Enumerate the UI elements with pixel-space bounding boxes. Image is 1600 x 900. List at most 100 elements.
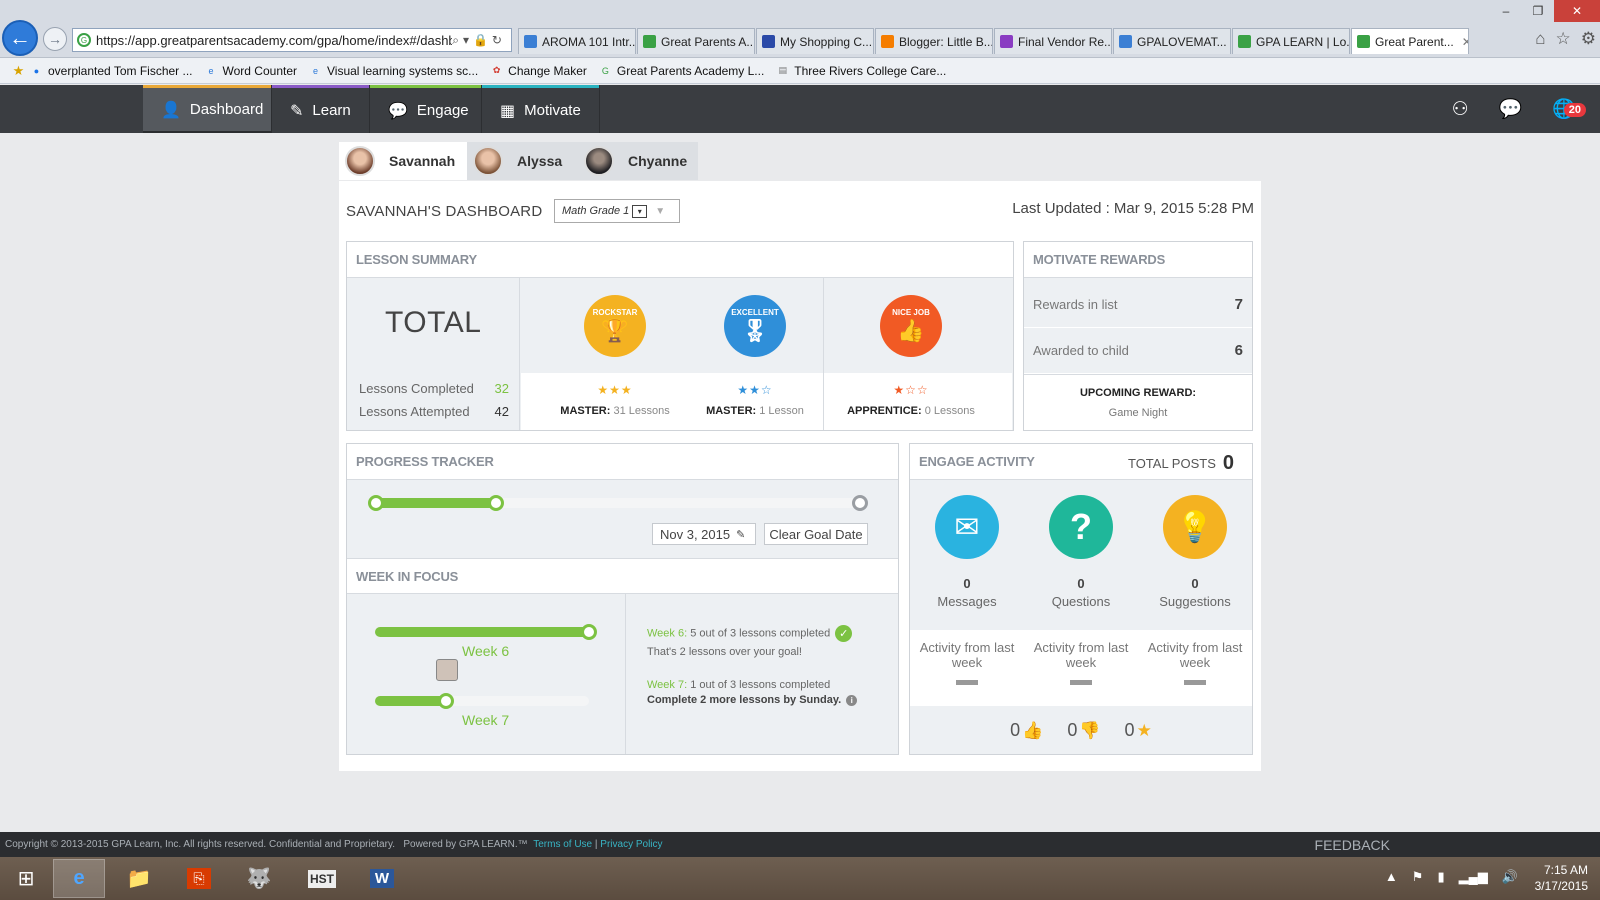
edit-icon[interactable]: ✎ [736, 528, 745, 541]
nav-tab-label: Learn [312, 102, 351, 119]
nav-tab-learn[interactable]: ✎ Learn [272, 85, 369, 133]
favorite-link[interactable]: G Great Parents Academy L... [599, 64, 764, 78]
upcoming-reward-name: Game Night [1108, 407, 1168, 419]
terms-of-use-link[interactable]: Terms of Use [533, 839, 592, 850]
engage-suggestions[interactable]: 💡 0 Suggestions [1138, 480, 1252, 609]
favorite-link[interactable]: e Visual learning systems sc... [309, 64, 478, 78]
badge-nice-job: NICE JOB 👍 ★☆☆ APPRENTICE: 0 Lessons [836, 278, 986, 430]
engage-questions[interactable]: ? 0 Questions [1024, 480, 1138, 609]
browser-tab[interactable]: Great Parents A... [637, 28, 755, 54]
ie-taskbar-icon[interactable]: e [53, 859, 105, 898]
flag-icon[interactable]: ⚑ [1412, 869, 1424, 885]
taskbar-clock[interactable]: 7:15 AM 3/17/2015 [1535, 862, 1588, 894]
battery-icon[interactable]: ▮ [1437, 869, 1444, 885]
gpa-icon [1357, 35, 1370, 48]
child-tab-savannah[interactable]: Savannah [339, 142, 467, 180]
progress-tracker-body: Nov 3, 2015 ✎ Clear Goal Date [347, 480, 898, 558]
feedback-button[interactable]: FEEDBACK [1315, 837, 1390, 853]
tray-expand-icon[interactable]: ▲ [1385, 869, 1398, 885]
child-tab-chyanne[interactable]: Chyanne [578, 142, 698, 180]
dislikes-rating[interactable]: 0 👎 [1067, 720, 1100, 741]
office-icon[interactable]: ⎘ [173, 859, 225, 898]
address-bar-tools[interactable]: ⌕▾🔒↻ [452, 33, 511, 48]
windows-start-icon[interactable]: ⊞ [0, 859, 52, 898]
tilde-icon: ● [33, 65, 40, 76]
nav-tab-engage[interactable]: 💬 Engage [370, 85, 481, 133]
close-window-button[interactable]: ✕ [1554, 0, 1600, 22]
settings-gear-icon[interactable]: ⚙ [1581, 29, 1596, 49]
address-bar[interactable]: G https://app.greatparentsacademy.com/gp… [72, 28, 512, 52]
total-posts-value: 0 [1222, 452, 1234, 474]
notifications-globe-icon[interactable]: 🌐20 [1552, 97, 1586, 121]
page-footer: Copyright © 2013-2015 GPA Learn, Inc. Al… [0, 832, 1600, 857]
add-favorite-star-icon[interactable]: ★ [12, 63, 25, 78]
grid-icon: ▦ [500, 102, 516, 120]
rewards-in-list-row[interactable]: Rewards in list 7 [1024, 282, 1252, 328]
browser-tab[interactable]: Blogger: Little B... [875, 28, 993, 54]
nav-tab-motivate[interactable]: ▦ Motivate [482, 85, 599, 133]
blogger-icon [881, 35, 894, 48]
lesson-total: TOTAL Lessons Completed 32 Lessons Attem… [347, 278, 520, 430]
info-icon[interactable]: i [846, 695, 858, 706]
engage-messages[interactable]: ✉ 0 Messages [910, 480, 1024, 609]
goal-date-field[interactable]: Nov 3, 2015 ✎ [652, 523, 756, 545]
favorite-label: Visual learning systems sc... [327, 63, 479, 78]
badge-rockstar: ROCKSTAR 🏆 ★★★ MASTER: 31 Lessons [550, 278, 680, 430]
week-7-label: Week 7 [462, 712, 510, 728]
messages-bubble-icon[interactable]: 💬 [1499, 97, 1523, 121]
child-name: Savannah [389, 153, 456, 169]
week-6-knob [581, 624, 597, 640]
home-icon[interactable]: ⌂ [1535, 29, 1545, 49]
favorite-label: Word Counter [222, 63, 297, 78]
forward-button[interactable]: → [43, 27, 67, 51]
url-text[interactable]: https://app.greatparentsacademy.com/gpa/… [96, 33, 452, 48]
family-icon[interactable]: ⚇ [1452, 98, 1469, 121]
privacy-policy-link[interactable]: Privacy Policy [600, 839, 662, 850]
back-button[interactable]: ← [2, 20, 38, 56]
hst-icon[interactable]: HST [296, 859, 348, 898]
browser-tab[interactable]: GPA LEARN | Lo... [1232, 28, 1350, 54]
progress-current-knob[interactable] [488, 495, 504, 511]
last-updated: Last Updated : Mar 9, 2015 5:28 PM [1012, 200, 1254, 217]
nav-tab-dashboard[interactable]: 👤 Dashboard [143, 85, 271, 133]
browser-tab[interactable]: Final Vendor Re... [994, 28, 1112, 54]
file-explorer-icon[interactable]: 📁 [113, 859, 165, 898]
favorite-link[interactable]: ✿ Change Maker [490, 64, 587, 78]
progress-fill [375, 498, 496, 508]
favorite-link[interactable]: ● overplanted Tom Fischer ... [30, 64, 193, 78]
word-icon[interactable]: W [356, 859, 408, 898]
grade-select[interactable]: Math Grade 1 ▾ ▼ [554, 199, 680, 223]
close-tab-icon[interactable]: ✕ [1462, 35, 1468, 49]
awarded-to-child-row[interactable]: Awarded to child 6 [1024, 328, 1252, 374]
child-tab-alyssa[interactable]: Alyssa [467, 142, 578, 180]
rewards-in-list-value: 7 [1234, 296, 1243, 313]
favorite-link[interactable]: ▤ Three Rivers College Care... [776, 64, 947, 78]
minimize-button[interactable]: – [1490, 0, 1522, 22]
likes-rating[interactable]: 0 👍 [1010, 720, 1043, 741]
browser-tab[interactable]: AROMA 101 Intr... [518, 28, 636, 54]
chat-icon: 💬 [388, 102, 408, 120]
rewards-in-list-label: Rewards in list [1033, 297, 1118, 312]
windows-taskbar: ⊞ e 📁 ⎘ 🐺 HST W ▲ ⚑ ▮ ▂▄▆ 🔊 7:15 AM 3/17… [0, 857, 1600, 900]
system-tray: ▲ ⚑ ▮ ▂▄▆ 🔊 [1385, 869, 1518, 885]
volume-icon[interactable]: 🔊 [1502, 869, 1518, 885]
awarded-label: Awarded to child [1033, 343, 1129, 358]
favorites-star-icon[interactable]: ☆ [1556, 29, 1571, 49]
signal-icon[interactable]: ▂▄▆ [1459, 869, 1488, 885]
upcoming-reward-label: UPCOMING REWARD: [1079, 387, 1197, 399]
pencil-icon: ✎ [290, 102, 304, 120]
activity-bar [1184, 680, 1206, 685]
browser-tab[interactable]: GPALOVEMAT... [1113, 28, 1231, 54]
stars-rating[interactable]: 0 ★ [1125, 720, 1152, 741]
browser-tab[interactable]: Great Parent... ✕ [1351, 28, 1469, 54]
browser-tab[interactable]: My Shopping C... [756, 28, 874, 54]
gimp-icon[interactable]: 🐺 [233, 859, 285, 898]
engage-activity-card: ENGAGE ACTIVITY TOTAL POSTS 0 ✉ 0 Messag… [909, 443, 1253, 755]
week-6-fill [375, 627, 589, 637]
clear-goal-date-button[interactable]: Clear Goal Date [764, 523, 868, 545]
restore-button[interactable]: ❐ [1522, 0, 1554, 22]
ie-icon [1119, 35, 1132, 48]
favorite-link[interactable]: e Word Counter [205, 63, 298, 78]
progress-goal-knob[interactable] [852, 495, 868, 511]
lesson-summary-card: LESSON SUMMARY TOTAL Lessons Completed 3… [346, 241, 1014, 431]
